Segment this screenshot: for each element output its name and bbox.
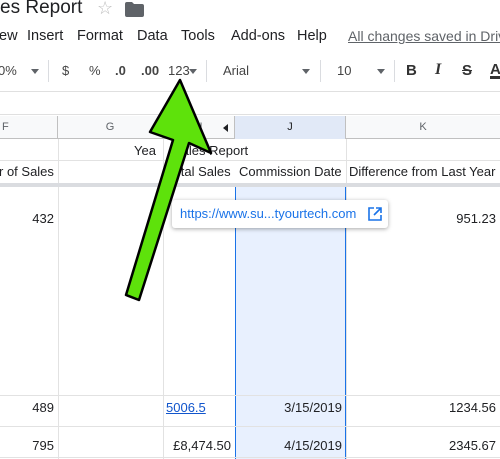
sheet-grid[interactable]: Yea Sales Report r of Sales Total Sales … <box>0 139 500 459</box>
cell-h-row2[interactable]: 5006.5 <box>166 400 206 415</box>
percent-format-button[interactable]: % <box>89 63 101 78</box>
strikethrough-button[interactable]: S <box>462 62 472 79</box>
menu-insert[interactable]: Insert <box>27 28 63 44</box>
menu-view[interactable]: ew <box>0 28 18 44</box>
cell-f-row2[interactable]: 489 <box>0 400 54 415</box>
report-title-part: Sales Report <box>173 143 249 158</box>
menu-addons[interactable]: Add-ons <box>231 28 285 44</box>
report-title-part: Yea <box>134 143 156 158</box>
star-icon[interactable]: ☆ <box>97 0 113 19</box>
font-size-select[interactable]: 10 <box>337 63 351 78</box>
increase-decimal-button[interactable]: .00 <box>141 63 159 78</box>
grid-line <box>0 395 500 396</box>
open-in-new-icon[interactable] <box>368 207 382 221</box>
cell-j-row2[interactable]: 3/15/2019 <box>235 400 342 415</box>
cell-j-row3[interactable]: 4/15/2019 <box>235 438 342 453</box>
column-header-k[interactable]: K <box>346 116 500 139</box>
column-header-g[interactable]: G <box>58 116 163 139</box>
menu-bar: ew Insert Format Data Tools Add-ons Help… <box>0 24 500 50</box>
toolbar: 0% $ % .0 .00 123 Arial 10 B I S A <box>0 50 500 92</box>
chevron-down-icon[interactable] <box>302 69 310 74</box>
grid-line <box>0 426 500 427</box>
menu-tools[interactable]: Tools <box>181 28 215 44</box>
menu-data[interactable]: Data <box>137 28 168 44</box>
chevron-down-icon[interactable] <box>377 69 385 74</box>
decrease-decimal-button[interactable]: .0 <box>115 63 126 78</box>
column-header-f[interactable]: F <box>0 116 58 139</box>
cell-f-row1[interactable]: 432 <box>0 211 54 226</box>
grid-line <box>0 160 500 161</box>
header-commission-date[interactable]: Commission Date <box>239 164 342 179</box>
grid-line <box>58 139 59 459</box>
zoom-select[interactable]: 0% <box>0 63 17 78</box>
currency-format-button[interactable]: $ <box>62 63 69 78</box>
chevron-down-icon[interactable] <box>31 69 39 74</box>
cell-k-row2[interactable]: 1234.56 <box>346 400 496 415</box>
bold-button[interactable]: B <box>406 62 417 79</box>
chevron-down-icon[interactable] <box>189 69 197 74</box>
cell-k-row3[interactable]: 2345.67 <box>346 438 496 453</box>
toolbar-divider <box>394 60 395 82</box>
column-header-row: F G H J K <box>0 116 500 139</box>
grid-line <box>0 457 500 458</box>
title-bar: es Report ☆ <box>0 0 500 24</box>
italic-button[interactable]: I <box>435 61 441 79</box>
cell-h-row3[interactable]: £8,474.50 <box>163 438 231 453</box>
column-header-j[interactable]: J <box>235 116 346 139</box>
save-status-link[interactable]: All changes saved in Drive <box>348 28 500 44</box>
grid-line <box>163 139 164 459</box>
formula-bar[interactable] <box>0 93 500 115</box>
toolbar-divider <box>206 60 207 82</box>
link-url[interactable]: https://www.su...tyourtech.com <box>180 206 356 221</box>
toolbar-divider <box>320 60 321 82</box>
header-number-of-sales[interactable]: r of Sales <box>0 164 54 179</box>
document-title[interactable]: es Report <box>0 0 82 19</box>
menu-format[interactable]: Format <box>77 28 123 44</box>
folder-icon[interactable] <box>125 2 144 17</box>
header-total-sales[interactable]: Total Sales <box>167 164 231 179</box>
cell-f-row3[interactable]: 795 <box>0 438 54 453</box>
toolbar-divider <box>48 60 49 82</box>
font-select[interactable]: Arial <box>223 63 249 78</box>
text-color-button[interactable]: A <box>490 61 500 78</box>
more-formats-button[interactable]: 123 <box>168 63 190 78</box>
link-preview-popup: https://www.su...tyourtech.com <box>172 200 388 228</box>
frozen-row-divider[interactable] <box>0 183 500 187</box>
header-difference[interactable]: Difference from Last Year <box>349 164 495 179</box>
expand-left-icon[interactable] <box>223 124 229 132</box>
menu-help[interactable]: Help <box>297 28 327 44</box>
